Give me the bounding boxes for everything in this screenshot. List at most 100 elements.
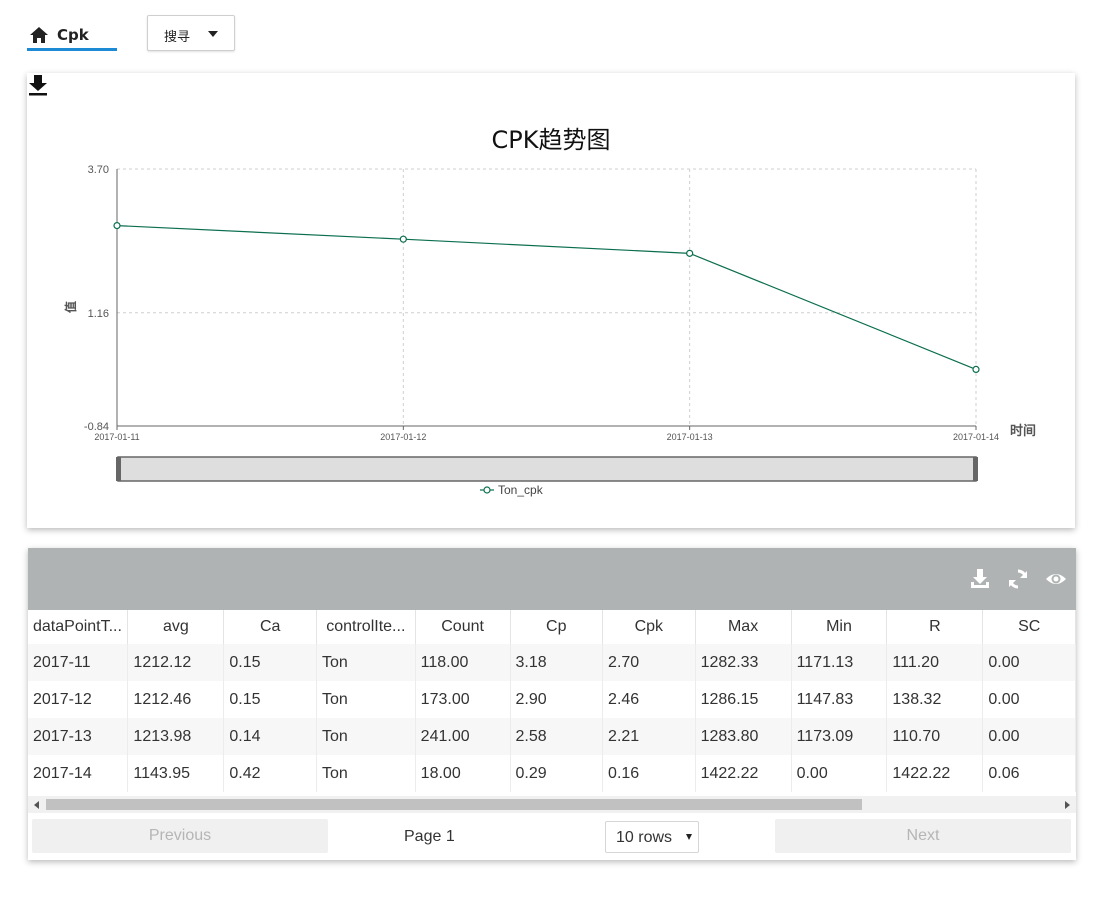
table-header-row: dataPointT... avg Ca controlIte... Count Cp Cp… xyxy=(28,610,1076,644)
x-axis-label: 时间 xyxy=(1010,423,1036,439)
column-header[interactable]: Min xyxy=(791,610,888,644)
home-icon xyxy=(30,27,48,43)
table-cell: 1143.95 xyxy=(127,755,225,792)
series-line-ton-cpk xyxy=(116,225,977,370)
table-cell: 1171.13 xyxy=(791,644,888,681)
column-header[interactable]: Count xyxy=(415,610,511,644)
x-tick-label: 2017-01-14 xyxy=(953,432,999,442)
column-header[interactable]: avg xyxy=(127,610,225,644)
table-cell: 110.70 xyxy=(886,718,984,755)
column-header[interactable]: Cpk xyxy=(602,610,696,644)
table-row[interactable]: 2017-13 1213.98 0.14 Ton 241.00 2.58 2.21 1283.… xyxy=(28,718,1076,755)
table-cell: 0.15 xyxy=(223,644,317,681)
cpk-trend-chart: CPK趋势图 值 时间 3.701.16-0.842017-01-11 2017-… xyxy=(63,126,1036,497)
table-cell: Ton xyxy=(316,644,416,681)
download-icon[interactable] xyxy=(969,568,991,590)
table-cell: 1212.12 xyxy=(127,644,225,681)
table-toolbar xyxy=(28,548,1076,610)
zoom-handle-left[interactable] xyxy=(116,457,121,481)
table-cell: 0.00 xyxy=(791,755,888,792)
table-cell: 3.18 xyxy=(510,644,604,681)
data-table-panel: dataPointT... avg Ca controlIte... Count Cp Cp… xyxy=(28,548,1076,860)
table-row[interactable]: 2017-12 1212.46 0.15 Ton 173.00 2.90 2.46 1286.… xyxy=(28,681,1076,718)
table-cell: 1282.33 xyxy=(695,644,792,681)
table-cell: 1283.80 xyxy=(695,718,792,755)
table-cell: 0.16 xyxy=(602,755,696,792)
column-header[interactable]: Cp xyxy=(510,610,604,644)
chart-panel: CPK趋势图 值 时间 3.70 1.16 -0.84 2017-01-11 2017-… xyxy=(27,73,1075,528)
table-cell: 2.70 xyxy=(602,644,696,681)
tab-cpk[interactable]: Cpk xyxy=(27,16,117,52)
table-cell: Ton xyxy=(316,718,416,755)
pagination: Previous Page 1 10 rows Next xyxy=(28,813,1076,860)
table-cell: 241.00 xyxy=(415,718,511,755)
scroll-left-arrow[interactable] xyxy=(34,801,39,809)
column-header[interactable]: Max xyxy=(695,610,792,644)
column-header[interactable]: dataPointT... xyxy=(28,610,129,644)
column-header[interactable]: SC xyxy=(982,610,1076,644)
table-cell: 173.00 xyxy=(415,681,511,718)
data-point[interactable] xyxy=(399,235,407,243)
table-cell: 138.32 xyxy=(886,681,984,718)
table-cell: 1213.98 xyxy=(127,718,225,755)
table-cell: 0.00 xyxy=(982,718,1076,755)
table-cell: 1422.22 xyxy=(695,755,792,792)
table-cell: 2017-12 xyxy=(28,681,129,718)
legend-item-ton-cpk[interactable]: Ton_cpk xyxy=(480,483,544,497)
table-cell: 2017-11 xyxy=(28,644,129,681)
legend-label: Ton_cpk xyxy=(498,483,544,497)
tab-label: Cpk xyxy=(57,26,89,44)
data-grid: dataPointT... avg Ca controlIte... Count Cp Cp… xyxy=(28,610,1076,792)
table-cell: 118.00 xyxy=(415,644,511,681)
column-header[interactable]: R xyxy=(886,610,984,644)
table-cell: 1422.22 xyxy=(886,755,984,792)
table-row[interactable]: 2017-11 1212.12 0.15 Ton 118.00 3.18 2.70 1282.… xyxy=(28,644,1076,681)
table-cell: 0.14 xyxy=(223,718,317,755)
zoom-handle-right[interactable] xyxy=(973,457,978,481)
y-axis-label: 值 xyxy=(63,301,78,313)
eye-icon[interactable] xyxy=(1045,568,1067,590)
table-cell: 2.21 xyxy=(602,718,696,755)
chart-title: CPK趋势图 xyxy=(492,126,611,154)
horizontal-scrollbar[interactable] xyxy=(28,796,1076,813)
table-cell: 0.00 xyxy=(982,644,1076,681)
data-point[interactable] xyxy=(686,249,694,257)
download-icon[interactable] xyxy=(27,73,49,97)
table-cell: Ton xyxy=(316,681,416,718)
table-cell: 2017-13 xyxy=(28,718,129,755)
table-cell: Ton xyxy=(316,755,416,792)
table-cell: 2.46 xyxy=(602,681,696,718)
table-cell: 0.42 xyxy=(223,755,317,792)
x-tick-label: 2017-01-13 xyxy=(667,432,713,442)
table-cell: 1147.83 xyxy=(791,681,888,718)
data-point[interactable] xyxy=(972,365,980,373)
rows-per-page-select[interactable]: 10 rows xyxy=(605,821,699,853)
page-indicator: Page 1 xyxy=(404,828,455,845)
scrollbar-thumb[interactable] xyxy=(46,799,862,810)
caret-down-icon xyxy=(686,834,692,840)
table-cell: 1212.46 xyxy=(127,681,225,718)
next-button[interactable]: Next xyxy=(775,819,1071,853)
y-tick-label: 1.16 xyxy=(88,308,109,320)
data-point[interactable] xyxy=(113,222,121,230)
data-table: dataPointT... avg Ca controlIte... Count Cp Cp… xyxy=(28,610,1076,792)
table-cell: 0.06 xyxy=(982,755,1076,792)
table-cell: 2.90 xyxy=(510,681,604,718)
search-dropdown-button[interactable]: 搜寻 xyxy=(147,15,235,51)
search-label: 搜寻 xyxy=(164,30,191,45)
table-cell: 0.15 xyxy=(223,681,317,718)
rows-per-page-label: 10 rows xyxy=(616,829,673,846)
data-zoom-slider[interactable] xyxy=(116,456,978,482)
scroll-right-arrow[interactable] xyxy=(1065,801,1070,809)
table-cell: 0.00 xyxy=(982,681,1076,718)
y-tick-label: 3.70 xyxy=(88,164,109,176)
column-header[interactable]: controlIte... xyxy=(316,610,416,644)
column-header[interactable]: Ca xyxy=(223,610,317,644)
refresh-icon[interactable] xyxy=(1007,568,1029,590)
table-cell: 1286.15 xyxy=(695,681,792,718)
table-cell: 0.29 xyxy=(510,755,604,792)
table-row[interactable]: 2017-14 1143.95 0.42 Ton 18.00 0.29 0.16 1422.2… xyxy=(28,755,1076,792)
previous-button[interactable]: Previous xyxy=(32,819,328,853)
table-cell: 111.20 xyxy=(886,644,984,681)
tab-active-indicator xyxy=(27,48,117,51)
